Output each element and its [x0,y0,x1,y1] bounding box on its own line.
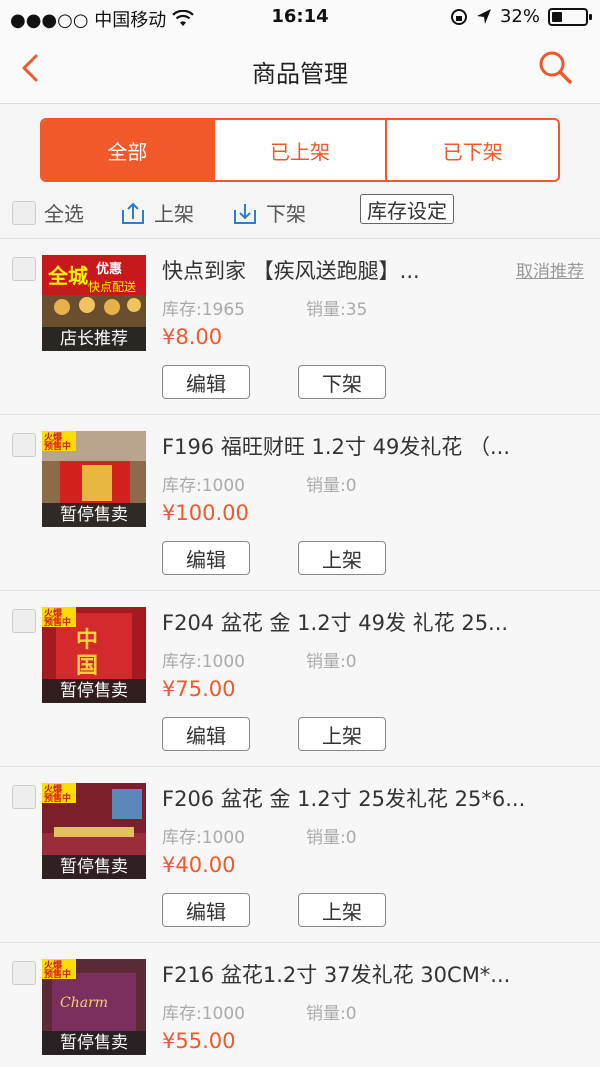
product-stock: 库存:1000 [162,652,245,672]
edit-button[interactable]: 编辑 [162,365,250,399]
svg-text:全城: 全城 [47,264,88,288]
product-image[interactable]: 火爆 预售中 暂停售卖 [42,783,146,879]
battery-percent: 32% [499,6,540,27]
product-image[interactable]: Charm 火爆 预售中 暂停售卖 [42,959,146,1055]
svg-text:快点配送: 快点配送 [88,279,136,294]
edit-button[interactable]: 编辑 [162,541,250,575]
stock-setting-button[interactable]: 库存设定 [360,194,454,224]
product-item: 火爆 预售中 暂停售卖 F196 福旺财旺 1.2寸 49发礼花 （... 库存… [0,414,600,590]
delist-button[interactable]: 下架 [298,365,386,399]
select-all-checkbox[interactable] [12,200,36,225]
svg-text:预售中: 预售中 [44,440,71,452]
svg-text:Charm: Charm [60,995,108,1011]
batch-list-on-label: 上架 [154,202,194,226]
product-status-badge: 暂停售卖 [42,503,146,527]
product-sales: 销量:0 [306,652,357,672]
download-icon [234,203,256,224]
product-item: 中 国 火爆 预售中 暂停售卖 F204 盆花 金 1.2寸 49发 礼花 25… [0,590,600,766]
product-sales: 销量:35 [306,300,368,320]
select-all-label: 全选 [44,202,84,226]
tab-all[interactable]: 全部 [42,120,215,180]
product-name[interactable]: F196 福旺财旺 1.2寸 49发礼花 （... [162,431,572,461]
batch-list-on-button[interactable]: 上架 [120,198,194,227]
product-item: 火爆 预售中 暂停售卖 F206 盆花 金 1.2寸 25发礼花 25*6...… [0,766,600,942]
battery-icon [548,7,592,26]
product-price: ¥55.00 [162,1029,236,1053]
list-button[interactable]: 上架 [298,541,386,575]
product-name[interactable]: F204 盆花 金 1.2寸 49发 礼花 25... [162,607,572,637]
product-image[interactable]: 火爆 预售中 暂停售卖 [42,431,146,527]
svg-text:优惠: 优惠 [96,261,122,277]
product-stock: 库存:1000 [162,1004,245,1024]
product-checkbox[interactable] [12,257,36,281]
search-icon[interactable] [536,48,576,88]
product-item: Charm 火爆 预售中 暂停售卖 F216 盆花1.2寸 37发礼花 30CM… [0,942,600,1067]
product-price: ¥8.00 [162,325,223,349]
status-right: 32% [450,6,592,27]
product-status-badge: 暂停售卖 [42,679,146,703]
product-checkbox[interactable] [12,609,36,633]
edit-button[interactable]: 编辑 [162,717,250,751]
product-checkbox[interactable] [12,961,36,985]
product-image[interactable]: 中 国 火爆 预售中 暂停售卖 [42,607,146,703]
product-sales: 销量:0 [306,828,357,848]
product-price: ¥40.00 [162,853,236,877]
product-stock: 库存:1965 [162,300,245,320]
batch-list-off-label: 下架 [266,202,306,226]
select-all[interactable]: 全选 [12,198,84,227]
product-sales: 销量:0 [306,1004,357,1024]
product-name[interactable]: 快点到家 【疾风送跑腿】... [162,255,572,285]
batch-list-off-button[interactable]: 下架 [232,198,306,227]
product-image[interactable]: 全城 优惠 快点配送 店长推荐 [42,255,146,351]
orientation-lock-icon [450,8,467,25]
product-item: 全城 优惠 快点配送 店长推荐 快点到家 【疾风送跑腿】... 取消推荐 库存:… [0,238,600,414]
svg-text:国: 国 [76,654,98,679]
location-arrow-icon [476,8,491,24]
cancel-recommend-link[interactable]: 取消推荐 [516,257,584,282]
upload-icon [122,202,144,224]
list-button[interactable]: 上架 [298,717,386,751]
page-title: 商品管理 [252,60,348,88]
edit-button[interactable]: 编辑 [162,893,250,927]
tab-listed[interactable]: 已上架 [215,120,388,180]
product-status-badge: 店长推荐 [42,327,146,351]
batch-action-bar: 全选 上架 下架 库存设定 [0,190,600,234]
product-status-badge: 暂停售卖 [42,855,146,879]
product-checkbox[interactable] [12,433,36,457]
svg-text:预售中: 预售中 [44,968,71,980]
status-bar: ●●●○○ 中国移动 16:14 32% [0,0,600,34]
battery-fill [552,11,562,22]
product-stock: 库存:1000 [162,476,245,496]
product-name[interactable]: F206 盆花 金 1.2寸 25发礼花 25*6... [162,783,572,813]
filter-tabs: 全部 已上架 已下架 [40,118,560,182]
product-name[interactable]: F216 盆花1.2寸 37发礼花 30CM*... [162,959,572,989]
list-button[interactable]: 上架 [298,893,386,927]
tab-delisted[interactable]: 已下架 [387,120,558,180]
product-checkbox[interactable] [12,785,36,809]
svg-text:预售中: 预售中 [44,792,71,804]
product-price: ¥75.00 [162,677,236,701]
nav-bar: 商品管理 [0,34,600,104]
product-stock: 库存:1000 [162,828,245,848]
product-list: 全城 优惠 快点配送 店长推荐 快点到家 【疾风送跑腿】... 取消推荐 库存:… [0,238,600,1067]
svg-text:预售中: 预售中 [44,616,71,628]
product-price: ¥100.00 [162,501,249,525]
product-status-badge: 暂停售卖 [42,1031,146,1055]
product-sales: 销量:0 [306,476,357,496]
svg-text:中: 中 [76,628,98,653]
